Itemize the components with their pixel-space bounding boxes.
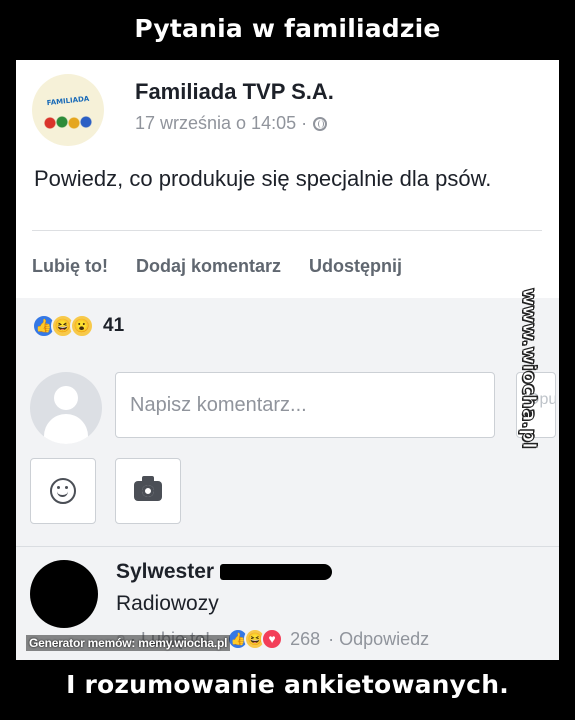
familiada-logo-people: [42, 114, 94, 132]
commenter-name[interactable]: Sylwester: [116, 560, 333, 584]
post-meta: 17 września o 14:05 ·: [135, 113, 334, 134]
heart-reaction-icon: ♥: [261, 628, 284, 650]
familiada-logo-text: FAMILIADA: [46, 94, 90, 108]
comments-area: 👍 😆 😮 41 Opu Sylwester Radiowozy a: [16, 298, 559, 660]
name-redaction-bar: [220, 564, 333, 580]
photo-button[interactable]: [115, 458, 181, 524]
commenter-first-name: Sylwester: [116, 560, 215, 583]
globe-icon: [313, 116, 328, 131]
side-watermark-text: www.wiocha.pl: [518, 288, 541, 450]
comment-text: Radiowozy: [116, 592, 219, 615]
facebook-post-screenshot: FAMILIADA Familiada TVP S.A. 17 września…: [16, 60, 559, 660]
comment-reaction-count: 268: [290, 628, 321, 649]
user-avatar-placeholder: [30, 372, 102, 444]
emoji-button[interactable]: [30, 458, 96, 524]
post-header-text: Familiada TVP S.A. 17 września o 14:05 ·: [135, 79, 334, 134]
camera-icon: [134, 476, 162, 501]
post-text: Powiedz, co produkuje się specjalnie dla…: [34, 166, 492, 191]
generator-watermark: Generator memów: memy.wiocha.pl: [26, 635, 231, 651]
comment-reactions[interactable]: 👍 😆 ♥ 268: [227, 628, 320, 650]
add-comment-button[interactable]: Dodaj komentarz: [136, 256, 281, 277]
smiley-icon: [50, 478, 76, 504]
wow-reaction-icon: 😮: [70, 314, 94, 338]
commenter-avatar[interactable]: [30, 560, 98, 628]
side-watermark: www.wiocha.pl: [510, 288, 570, 450]
post-header: FAMILIADA Familiada TVP S.A. 17 września…: [32, 74, 334, 146]
post-actions: Lubię to! Dodaj komentarz Udostępnij: [32, 256, 402, 277]
meme-top-caption: Pytania w familiadzie: [134, 14, 441, 43]
page-name-link[interactable]: Familiada TVP S.A.: [135, 79, 334, 105]
comment-reply-link[interactable]: · Odpowiedz: [328, 629, 429, 650]
share-button[interactable]: Udostępnij: [309, 256, 402, 277]
post-reactions[interactable]: 👍 😆 😮 41: [32, 314, 124, 338]
meme-bottom-caption: I rozumowanie ankietowanych.: [66, 670, 509, 699]
post-date[interactable]: 17 września o 14:05 ·: [135, 113, 307, 134]
comments-divider: [16, 546, 559, 547]
reaction-count: 41: [103, 315, 125, 336]
post-divider: [32, 230, 542, 231]
like-button[interactable]: Lubię to!: [32, 256, 108, 277]
page-avatar[interactable]: FAMILIADA: [32, 74, 104, 146]
comment-input[interactable]: [115, 372, 495, 438]
comment-composer: Opu: [30, 372, 556, 462]
